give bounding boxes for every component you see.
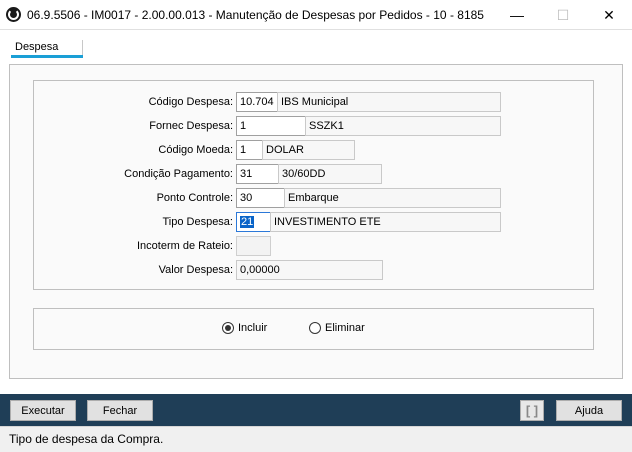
fechar-button[interactable]: Fechar <box>87 400 153 421</box>
condicao-pagamento-input[interactable]: 31 <box>236 164 279 184</box>
condicao-pagamento-description: 30/60DD <box>278 164 382 184</box>
valor-despesa-label: Valor Despesa: <box>158 264 233 276</box>
radio-unchecked-icon <box>309 322 321 334</box>
title-bar: 06.9.5506 - IM0017 - 2.00.00.013 - Manut… <box>0 0 632 30</box>
incluir-label: Incluir <box>238 322 268 334</box>
codigo-despesa-label: Código Despesa: <box>148 96 233 108</box>
codigo-despesa-input[interactable]: 10.704 <box>236 92 278 112</box>
radio-checked-icon <box>222 322 234 334</box>
codigo-moeda-input[interactable]: 1 <box>236 140 263 160</box>
incoterm-rateio-label: Incoterm de Rateio: <box>137 240 233 252</box>
status-bar: Tipo de despesa da Compra. <box>0 426 632 452</box>
eliminar-radio[interactable]: Eliminar <box>309 322 365 334</box>
fornec-despesa-input[interactable]: 1 <box>236 116 306 136</box>
eliminar-label: Eliminar <box>325 322 365 334</box>
incoterm-rateio-input[interactable] <box>236 236 271 256</box>
codigo-despesa-description: IBS Municipal <box>277 92 501 112</box>
valor-despesa-input[interactable]: 0,00000 <box>236 260 383 280</box>
incluir-radio[interactable]: Incluir <box>222 322 267 334</box>
window-title: 06.9.5506 - IM0017 - 2.00.00.013 - Manut… <box>27 8 484 22</box>
tipo-despesa-label: Tipo Despesa: <box>162 216 233 228</box>
ponto-controle-input[interactable]: 30 <box>236 188 285 208</box>
fornec-despesa-description: SSZK1 <box>305 116 501 136</box>
tab-separator <box>82 40 83 56</box>
tipo-despesa-selected-value: 21 <box>240 216 255 228</box>
executar-button[interactable]: Executar <box>10 400 76 421</box>
expand-brackets-icon[interactable]: [ ] <box>520 400 544 421</box>
tab-active-indicator <box>11 55 83 58</box>
codigo-moeda-label: Código Moeda: <box>158 144 233 156</box>
codigo-moeda-description: DOLAR <box>262 140 355 160</box>
close-button[interactable]: ✕ <box>586 0 632 30</box>
ponto-controle-description: Embarque <box>284 188 501 208</box>
minimize-button[interactable]: — <box>494 0 540 30</box>
ajuda-button[interactable]: Ajuda <box>556 400 622 421</box>
maximize-button[interactable]: ☐ <box>540 0 586 30</box>
fornec-despesa-label: Fornec Despesa: <box>149 120 233 132</box>
ponto-controle-label: Ponto Controle: <box>156 192 233 204</box>
condicao-pagamento-label: Condição Pagamento: <box>124 168 233 180</box>
tipo-despesa-input[interactable]: 21 <box>236 212 271 232</box>
tipo-despesa-description: INVESTIMENTO ETE <box>270 212 501 232</box>
app-logo-icon <box>6 7 21 22</box>
